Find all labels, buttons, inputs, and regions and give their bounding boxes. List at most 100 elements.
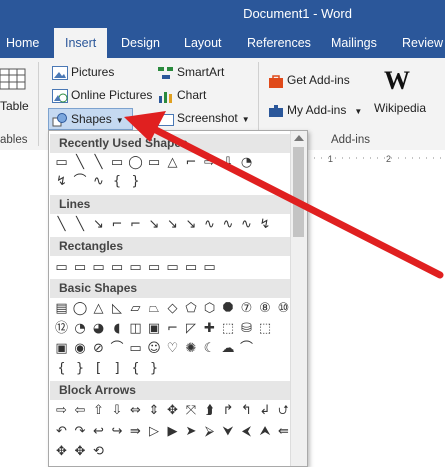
shape-item[interactable]: [ — [90, 360, 107, 378]
shape-item[interactable]: ▭ — [53, 154, 70, 172]
shape-item[interactable]: ╲ — [72, 154, 89, 172]
shape-item[interactable]: ♡ — [164, 340, 181, 358]
shape-item[interactable]: ∿ — [238, 216, 255, 234]
scroll-up-icon[interactable] — [294, 135, 304, 141]
shape-item[interactable]: ↯ — [257, 216, 274, 234]
shape-item[interactable]: ☾ — [201, 340, 218, 358]
shape-item[interactable]: ↘ — [90, 216, 107, 234]
shape-item[interactable]: ⛁ — [238, 320, 255, 338]
my-addins-button[interactable]: My Add-ins ▼ — [268, 100, 362, 120]
shape-item[interactable]: ◸ — [183, 320, 200, 338]
shape-item[interactable]: ⬠ — [183, 300, 200, 318]
shape-item[interactable]: ⌐ — [109, 216, 126, 234]
tab-review[interactable]: Review — [402, 28, 443, 58]
shape-item[interactable]: ⇛ — [127, 423, 144, 441]
shape-item[interactable]: ◯ — [72, 300, 89, 318]
table-button[interactable]: Table — [0, 96, 29, 116]
shape-item[interactable]: ⌐ — [183, 154, 200, 172]
shape-item[interactable]: ◔ — [72, 320, 89, 338]
shape-item[interactable]: ▷ — [146, 423, 163, 441]
tab-references[interactable]: References — [247, 28, 311, 58]
shape-item[interactable]: ◺ — [109, 300, 126, 318]
shape-item[interactable]: ↯ — [53, 173, 70, 191]
gallery-scrollbar[interactable] — [290, 131, 307, 466]
shape-item[interactable]: ▭ — [201, 259, 218, 277]
shape-item[interactable]: ↷ — [72, 423, 89, 441]
shape-item[interactable]: ▭ — [109, 259, 126, 277]
shape-item[interactable]: { — [53, 360, 70, 378]
shape-item[interactable]: ↰ — [238, 402, 255, 420]
get-addins-button[interactable]: Get Add-ins — [268, 70, 350, 90]
shape-item[interactable]: ▭ — [109, 154, 126, 172]
shape-item[interactable]: ↪ — [109, 423, 126, 441]
shape-item[interactable]: ↩ — [90, 423, 107, 441]
shape-item[interactable]: ⑫ — [53, 320, 70, 338]
shape-item[interactable]: ⇕ — [146, 402, 163, 420]
shape-item[interactable]: ⇦ — [72, 402, 89, 420]
shape-item[interactable]: ⌒ — [72, 173, 89, 191]
shape-item[interactable]: ⇨ — [53, 402, 70, 420]
wikipedia-logo[interactable]: W — [384, 66, 414, 96]
shape-item[interactable]: ▭ — [127, 259, 144, 277]
shape-item[interactable]: ⮟ — [220, 423, 237, 441]
shape-item[interactable]: ▶ — [164, 423, 181, 441]
wikipedia-button[interactable]: Wikipedia — [374, 98, 426, 118]
shape-item[interactable]: ▭ — [146, 259, 163, 277]
shape-item[interactable]: ⑧ — [257, 300, 274, 318]
shape-item[interactable]: ◔ — [238, 154, 255, 172]
shape-item[interactable]: ⮚ — [201, 423, 218, 441]
shape-item[interactable]: ✥ — [164, 402, 181, 420]
shape-item[interactable]: ☺ — [146, 340, 163, 358]
shape-item[interactable]: ↱ — [220, 402, 237, 420]
shape-item[interactable]: ◯ — [127, 154, 144, 172]
shape-item[interactable]: ↘ — [183, 216, 200, 234]
shape-item[interactable]: ▭ — [146, 154, 163, 172]
shape-item[interactable]: ▣ — [53, 340, 70, 358]
shape-item[interactable]: ∿ — [220, 216, 237, 234]
shape-item[interactable]: ⊘ — [90, 340, 107, 358]
shape-item[interactable]: ⬚ — [257, 320, 274, 338]
shape-item[interactable]: ⮝ — [257, 423, 274, 441]
online-pictures-button[interactable]: Online Pictures — [52, 85, 152, 105]
shape-item[interactable]: ▭ — [72, 259, 89, 277]
shape-item[interactable]: ⟲ — [90, 443, 107, 461]
tab-home[interactable]: Home — [6, 28, 39, 58]
shape-item[interactable]: ▭ — [90, 259, 107, 277]
shape-item[interactable]: ∿ — [201, 216, 218, 234]
shape-item[interactable]: ▭ — [164, 259, 181, 277]
shape-item[interactable]: ☁ — [220, 340, 237, 358]
shape-item[interactable]: ↶ — [53, 423, 70, 441]
shape-item[interactable]: ⌒ — [109, 340, 126, 358]
shapes-button[interactable]: Shapes ▼ — [48, 108, 133, 130]
shape-item[interactable]: ◫ — [127, 320, 144, 338]
shape-item[interactable]: ⮜ — [238, 423, 255, 441]
shape-item[interactable]: ▭ — [127, 340, 144, 358]
shape-item[interactable]: ✥ — [53, 443, 70, 461]
scroll-thumb[interactable] — [293, 147, 304, 237]
shape-item[interactable]: ⌐ — [164, 320, 181, 338]
shape-item[interactable]: ◉ — [72, 340, 89, 358]
shape-item[interactable]: ✺ — [183, 340, 200, 358]
shape-item[interactable]: ⇔ — [127, 402, 144, 420]
shape-item[interactable]: ◇ — [164, 300, 181, 318]
shape-item[interactable]: ⏢ — [146, 300, 163, 318]
shape-item[interactable]: { — [109, 173, 126, 191]
tab-insert[interactable]: Insert — [54, 28, 108, 60]
shape-item[interactable]: ⯃ — [220, 300, 237, 318]
shape-item[interactable]: ↘ — [164, 216, 181, 234]
tab-layout[interactable]: Layout — [184, 28, 222, 58]
shape-item[interactable]: ∿ — [90, 173, 107, 191]
chart-button[interactable]: Chart — [158, 85, 206, 105]
shape-item[interactable]: ▣ — [146, 320, 163, 338]
shape-item[interactable]: ▭ — [183, 259, 200, 277]
shape-item[interactable]: ╲ — [90, 154, 107, 172]
shape-item[interactable]: ▭ — [53, 259, 70, 277]
shape-item[interactable]: ] — [109, 360, 126, 378]
shape-item[interactable]: △ — [164, 154, 181, 172]
shape-item[interactable]: ╲ — [72, 216, 89, 234]
shape-item[interactable]: ▱ — [127, 300, 144, 318]
shape-item[interactable]: ➤ — [183, 423, 200, 441]
shape-item[interactable]: ↘ — [146, 216, 163, 234]
shape-item[interactable]: ⇧ — [90, 402, 107, 420]
shape-item[interactable]: △ — [90, 300, 107, 318]
